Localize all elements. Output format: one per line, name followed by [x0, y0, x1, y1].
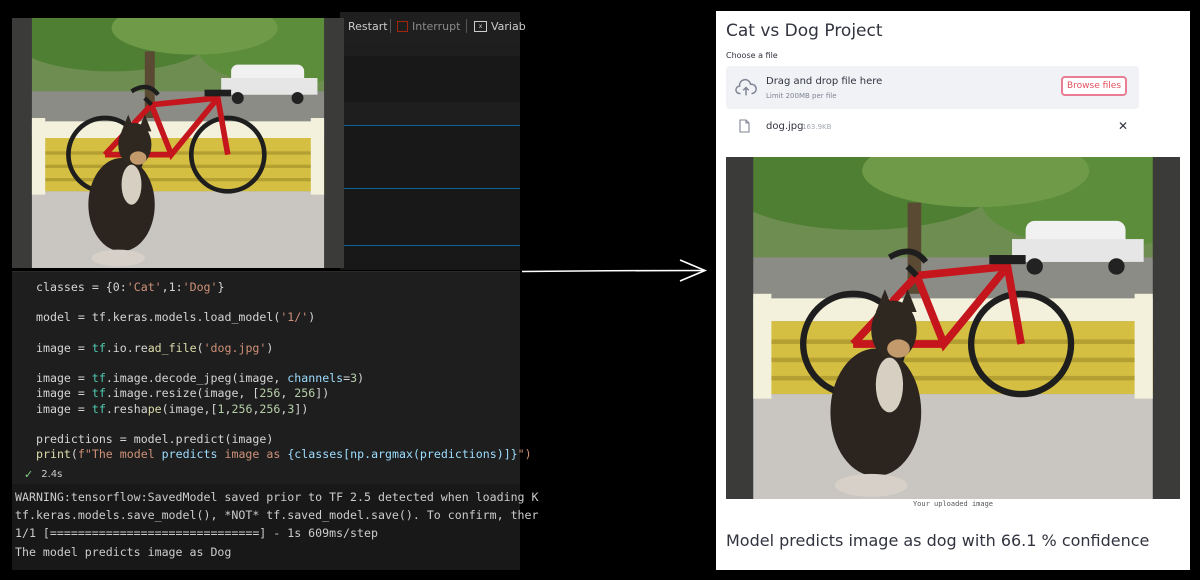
code-token: ad_file: [147, 340, 197, 355]
code-token: model = tf.keras.models.load_model(: [36, 310, 281, 325]
file-name: dog.jpg: [766, 121, 804, 132]
image-caption: Your uploaded image: [912, 500, 994, 508]
output-text: WARNING:tensorflow:SavedModel saved prio…: [15, 488, 539, 561]
toolbar-separator: [390, 19, 391, 33]
code-line: image = tf.reshape(image,[1,256,256,3]): [36, 402, 532, 417]
file-icon: [739, 119, 750, 133]
code-line: model = tf.keras.models.load_model('1/'): [36, 310, 532, 325]
code-token: (image,[: [161, 401, 218, 416]
code-token: (: [70, 447, 78, 462]
notebook-toolbar: Restart Interrupt x Variab: [340, 12, 526, 42]
dog-bicycle-photo: [12, 18, 344, 268]
uploaded-file-row: dog.jpg 163.9KB ✕: [726, 117, 1139, 139]
dog-bicycle-photo: [726, 157, 1180, 499]
code-token: ]): [294, 401, 309, 416]
check-icon: ✓: [24, 468, 34, 481]
variables-button[interactable]: x Variab: [474, 20, 526, 33]
notebook-background: [340, 42, 520, 270]
code-token: channels: [287, 371, 344, 386]
code-token: .image.decode_jpeg(image,: [105, 371, 288, 386]
code-token: '1/': [280, 310, 309, 325]
code-line: image = tf.io.read_file('dog.jpg'): [36, 341, 532, 356]
code-token: f"The model: [77, 447, 162, 462]
output-line: The model predicts image as Dog: [15, 544, 232, 559]
code-token: 1: [217, 401, 225, 416]
file-dropzone[interactable]: Drag and drop file here Limit 200MB per …: [726, 66, 1139, 109]
variables-icon: x: [474, 21, 487, 32]
code-token: 256: [259, 386, 281, 401]
interrupt-label: Interrupt: [412, 20, 461, 33]
cloud-upload-icon: [735, 78, 757, 96]
code-token: classes = {0:: [36, 280, 127, 294]
output-line: tf.keras.models.save_model(), *NOT* tf.s…: [15, 508, 539, 523]
code-line: print(f"The model predicts image as {cla…: [36, 447, 532, 462]
code-token: (: [196, 340, 204, 355]
code-token: {classes[np.argmax(predictions)]}: [287, 447, 518, 462]
code-token: image =: [36, 340, 92, 355]
code-token: ]): [315, 386, 330, 401]
execution-time: 2.4s: [41, 469, 63, 480]
uploaded-image: [726, 157, 1180, 499]
file-size: 163.9KB: [802, 123, 832, 131]
code-token: ): [308, 310, 316, 325]
code-token: .image.resize(image, [: [105, 386, 260, 401]
code-token: predictions = model.predict(image): [36, 431, 274, 446]
dropzone-limit: Limit 200MB per file: [766, 92, 837, 100]
stop-icon: [397, 21, 408, 32]
uploader-label: Choose a file: [726, 51, 778, 60]
code-line: predictions = model.predict(image): [36, 432, 532, 447]
code-line: image = tf.image.resize(image, [256, 256…: [36, 386, 532, 401]
code-token: ): [266, 340, 274, 355]
prediction-result: Model predicts image as dog with 66.1 % …: [726, 531, 1150, 550]
output-line: 1/1 [==============================] - 1…: [15, 526, 378, 541]
code-editor[interactable]: classes = {0:'Cat',1:'Dog'} model = tf.ke…: [36, 280, 532, 462]
code-line: image = tf.image.decode_jpeg(image, chan…: [36, 371, 532, 386]
code-token: tf: [91, 386, 106, 401]
code-token: print: [36, 447, 71, 462]
code-token: image as: [217, 447, 288, 462]
code-token: image =: [36, 401, 92, 416]
code-cell[interactable]: classes = {0:'Cat',1:'Dog'} model = tf.ke…: [12, 271, 532, 484]
code-token: .resha: [105, 401, 148, 416]
code-token: tf: [91, 340, 106, 355]
streamlit-app: Cat vs Dog Project Choose a file Drag an…: [716, 11, 1190, 570]
code-token: 256: [259, 401, 281, 416]
code-token: }: [217, 280, 225, 294]
output-line: WARNING:tensorflow:SavedModel saved prio…: [15, 490, 539, 504]
code-token: "): [517, 447, 532, 462]
restart-button[interactable]: Restart: [348, 20, 388, 33]
variables-label: Variab: [491, 20, 526, 33]
close-icon[interactable]: ✕: [1118, 120, 1128, 132]
cell-output: WARNING:tensorflow:SavedModel saved prio…: [12, 484, 539, 570]
toolbar-separator: [466, 19, 467, 33]
code-token: ): [357, 371, 365, 386]
code-token: ,: [280, 386, 295, 401]
restart-label: Restart: [348, 20, 388, 33]
code-token: 256: [294, 386, 316, 401]
notebook-image-output: [12, 18, 344, 268]
arrow-right-icon: [521, 259, 708, 282]
code-line: classes = {0:'Cat',1:'Dog'}: [36, 280, 532, 295]
code-token: 'dog.jpg': [203, 340, 267, 355]
code-token: .io.re: [105, 340, 148, 355]
code-token: 'Dog': [182, 280, 218, 294]
code-token: image =: [36, 371, 92, 386]
code-token: ,1:: [161, 280, 183, 294]
page-title: Cat vs Dog Project: [726, 21, 883, 41]
code-token: image =: [36, 386, 92, 401]
code-token: predicts: [161, 447, 218, 462]
code-token: pe: [147, 401, 162, 416]
dropzone-text: Drag and drop file here: [766, 76, 883, 87]
code-token: tf: [91, 371, 106, 386]
code-token: tf: [91, 401, 106, 416]
cell-execution-status: ✓ 2.4s: [24, 468, 62, 481]
interrupt-button[interactable]: Interrupt: [397, 20, 460, 33]
code-token: 'Cat': [126, 280, 162, 294]
code-token: 256: [231, 401, 253, 416]
browse-files-button[interactable]: Browse files: [1061, 76, 1127, 96]
